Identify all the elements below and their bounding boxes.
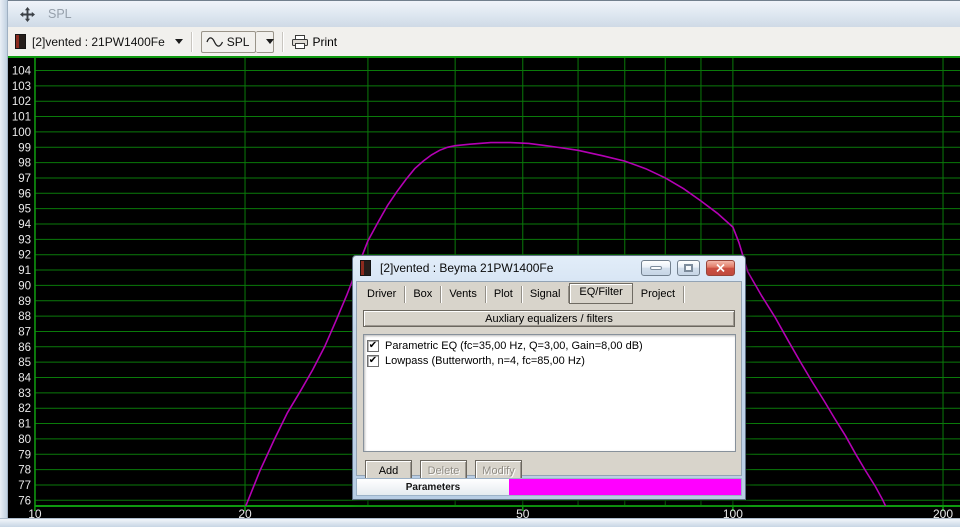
window-left-border [0,0,8,527]
filter-item[interactable]: ✔ Parametric EQ (fc=35,00 Hz, Q=3,00, Ga… [367,338,735,353]
chevron-down-icon [266,39,274,44]
project-icon [15,34,26,49]
parameters-color-bar [509,479,741,495]
filters-listbox[interactable]: ✔ Parametric EQ (fc=35,00 Hz, Q=3,00, Ga… [363,334,736,452]
move-cross-icon [20,7,35,22]
print-label: Print [312,35,337,49]
tab-box[interactable]: Box [405,286,441,303]
dialog-title: [2]vented : Beyma 21PW1400Fe [380,261,553,275]
dialog-tabs: DriverBoxVentsPlotSignalEQ/FilterProject [359,285,741,303]
minimize-button[interactable] [641,260,671,276]
checkbox-checked-icon[interactable]: ✔ [367,340,379,352]
tab-driver[interactable]: Driver [359,286,405,303]
tab-project[interactable]: Project [633,286,684,303]
print-button[interactable]: Print [292,35,337,49]
checkbox-checked-icon[interactable]: ✔ [367,355,379,367]
printer-icon [292,35,308,49]
filter-label: Lowpass (Butterworth, n=4, fc=85,00 Hz) [385,355,585,367]
filter-label: Parametric EQ (fc=35,00 Hz, Q=3,00, Gain… [385,340,643,352]
toolbar: [2]vented : 21PW1400Fe SPL Print [8,27,960,56]
maximize-icon [684,264,693,272]
window-bottom-border [0,518,960,527]
tab-eq-filter[interactable]: EQ/Filter [569,283,632,304]
close-button[interactable] [706,260,735,276]
dialog-icon [360,260,371,276]
project-dialog: [2]vented : Beyma 21PW1400Fe DriverBoxVe… [352,255,746,500]
tab-signal[interactable]: Signal [522,286,570,303]
application-window: 7677787980818283848586878889909192939495… [0,0,960,527]
project-selector[interactable]: [2]vented : 21PW1400Fe [32,35,165,49]
maximize-button[interactable] [677,260,700,276]
project-dropdown-chevron-down-icon[interactable] [175,39,183,44]
filter-item[interactable]: ✔ Lowpass (Butterworth, n=4, fc=85,00 Hz… [367,353,735,368]
dialog-client-area: DriverBoxVentsPlotSignalEQ/FilterProject… [356,281,742,476]
tab-plot[interactable]: Plot [486,286,522,303]
toolbar-separator [282,32,284,52]
plot-type-dropdown-button[interactable] [256,31,274,53]
toolbar-separator [191,32,193,52]
plot-type-label: SPL [227,35,250,49]
dialog-titlebar[interactable]: [2]vented : Beyma 21PW1400Fe [353,256,745,280]
parameters-status-strip: Parameters [356,478,742,496]
parameters-label[interactable]: Parameters [357,479,509,495]
close-icon [716,264,725,272]
tab-vents[interactable]: Vents [441,286,486,303]
sine-wave-icon [206,36,224,48]
minimize-icon [650,266,662,270]
main-window-titlebar[interactable]: SPL [8,0,960,27]
aux-equalizers-button[interactable]: Auxliary equalizers / filters [363,310,735,327]
plot-type-selector[interactable]: SPL [201,31,257,53]
window-title: SPL [48,7,72,21]
